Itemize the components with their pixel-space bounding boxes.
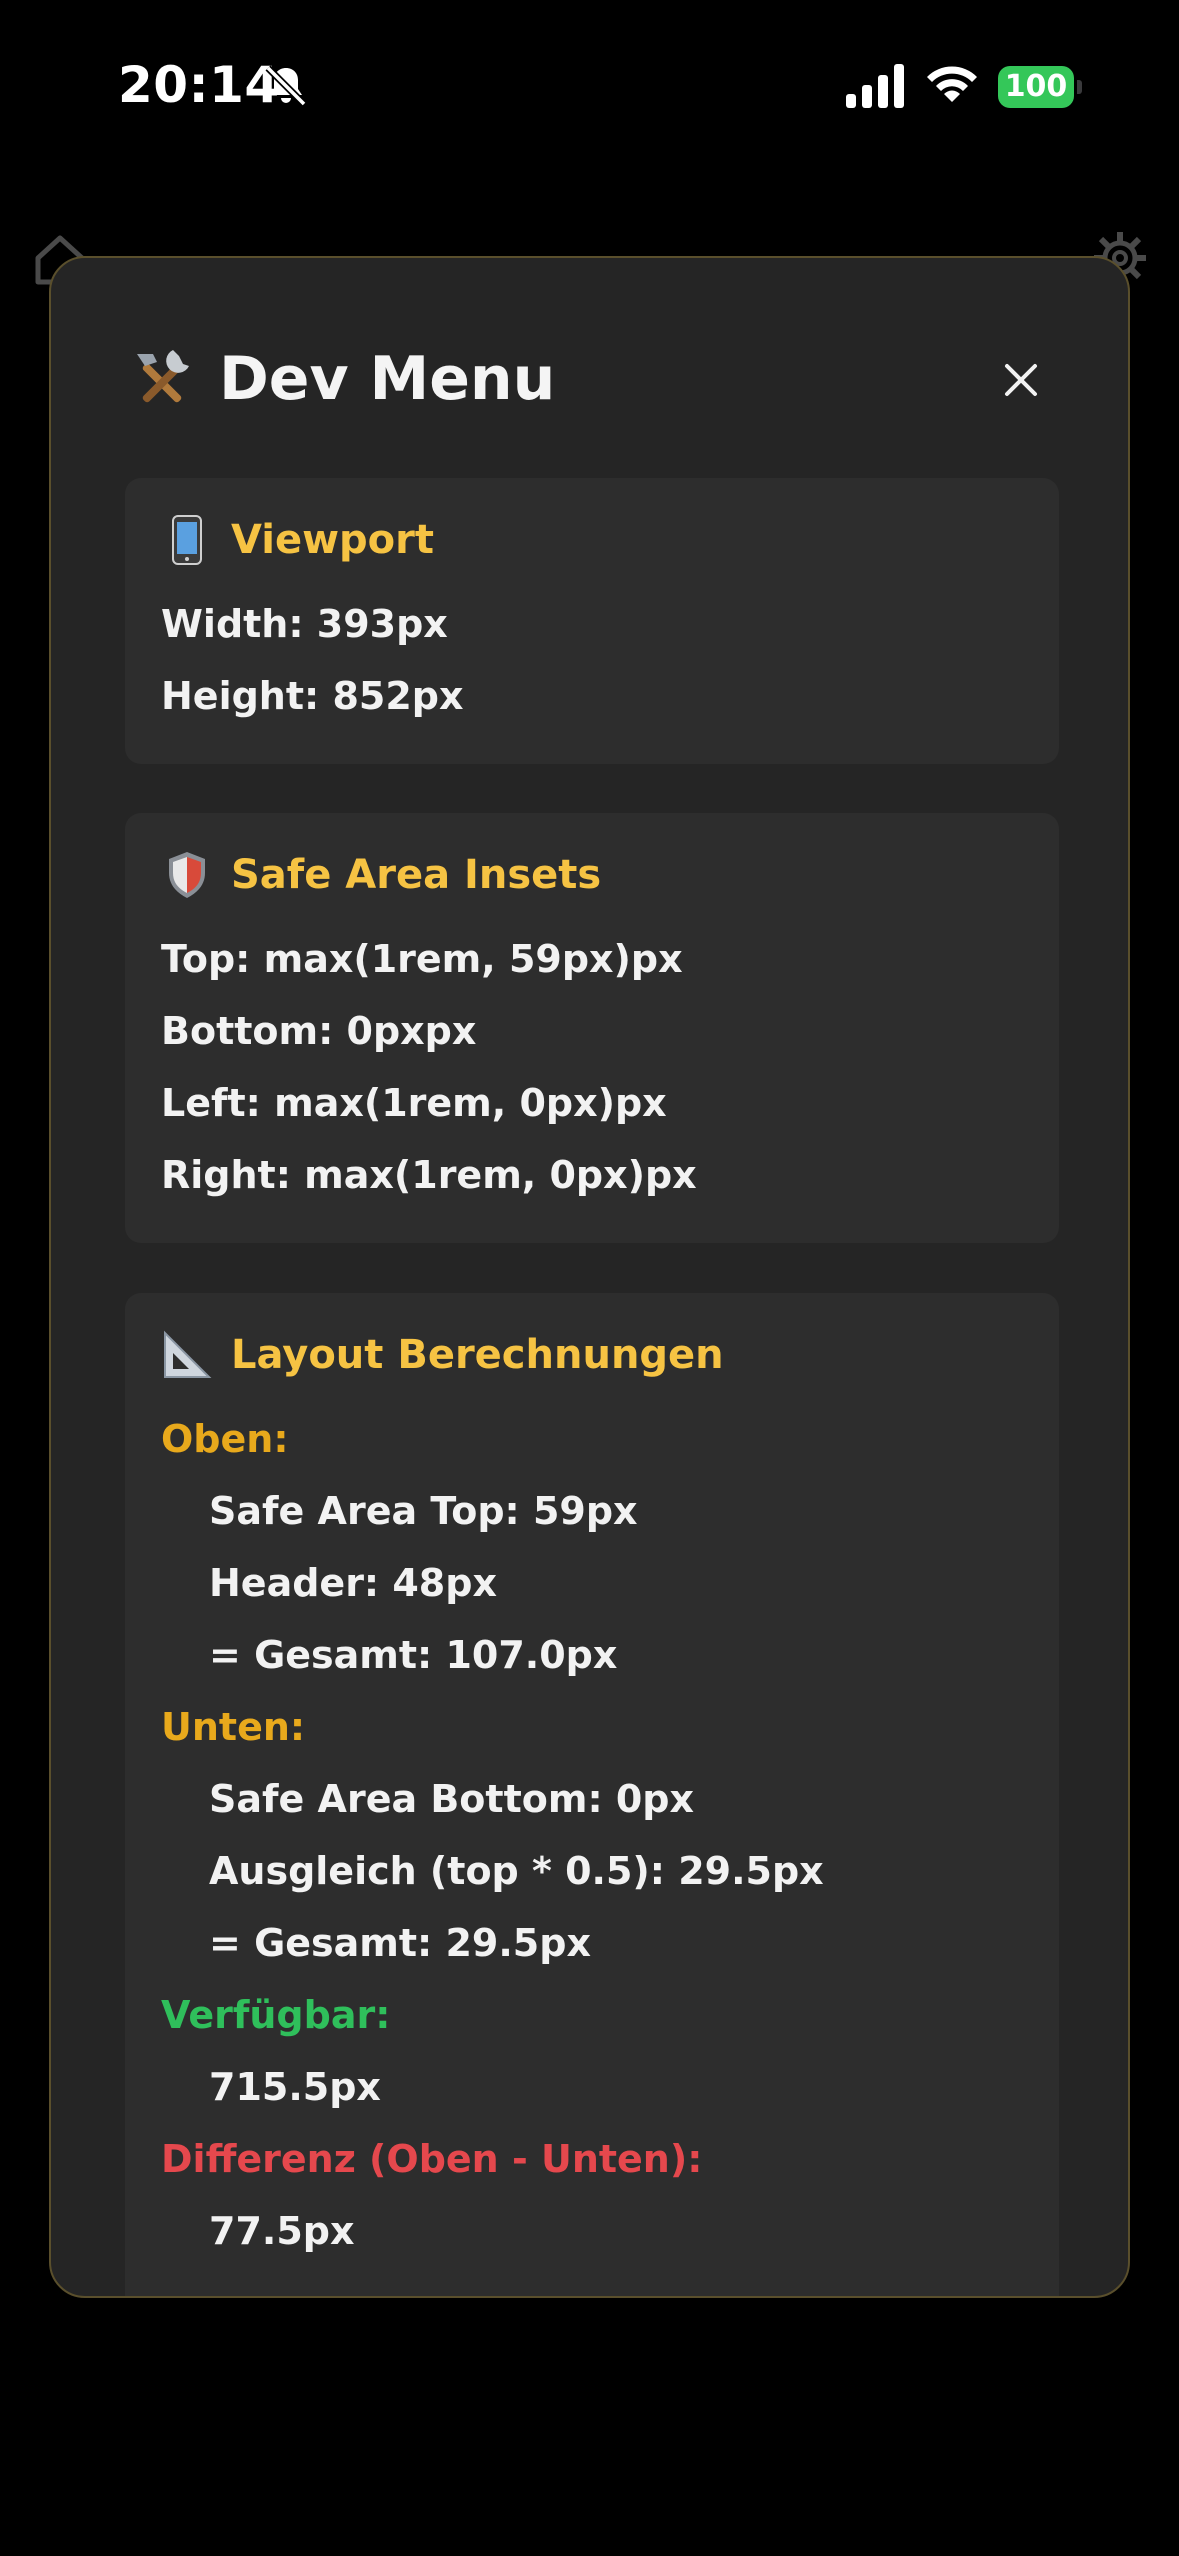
unten-line-3: = Gesamt: 29.5px [209, 1921, 591, 1965]
phone-icon [172, 515, 202, 565]
battery-cap [1077, 80, 1082, 94]
wifi-icon [927, 66, 977, 102]
safe-area-top: Top: max(1rem, 59px)px [161, 937, 683, 981]
close-icon [1005, 364, 1037, 396]
safe-area-card: Safe Area Insets Top: max(1rem, 59px)px … [125, 813, 1059, 1243]
layout-card-title: Layout Berechnungen [161, 1329, 724, 1381]
differenz-value: 77.5px [209, 2209, 355, 2253]
modal-title-text: Dev Menu [219, 344, 556, 414]
modal-title: Dev Menu [127, 344, 555, 414]
safe-area-bottom: Bottom: 0pxpx [161, 1009, 477, 1053]
tools-icon [137, 350, 189, 403]
unten-line-1: Safe Area Bottom: 0px [209, 1777, 695, 1821]
safe-area-card-title: Safe Area Insets [161, 849, 601, 901]
status-time: 20:14 [118, 56, 280, 114]
shield-icon [169, 852, 205, 898]
bell-slash-icon [265, 65, 307, 107]
viewport-card: Viewport Width: 393px Height: 852px [125, 478, 1059, 764]
oben-line-2: Header: 48px [209, 1561, 497, 1605]
layout-card: Layout Berechnungen Oben: Safe Area Top:… [125, 1293, 1059, 2296]
verfuegbar-label: Verfügbar: [161, 1993, 391, 2037]
oben-line-3: = Gesamt: 107.0px [209, 1633, 618, 1677]
battery-icon: 100 [998, 66, 1082, 108]
differenz-label: Differenz (Oben - Unten): [161, 2137, 703, 2181]
viewport-height: Height: 852px [161, 674, 464, 718]
oben-label: Oben: [161, 1417, 289, 1461]
oben-line-1: Safe Area Top: 59px [209, 1489, 638, 1533]
screen: 20:14 100 Dev Menu Viewport Width: 393px… [0, 0, 1179, 2556]
viewport-card-title: Viewport [161, 514, 434, 566]
unten-label: Unten: [161, 1705, 306, 1749]
triangle-ruler-icon [164, 1330, 212, 1378]
status-bar: 20:14 100 [0, 0, 1179, 170]
dev-menu-modal: Dev Menu Viewport Width: 393px Height: 8… [49, 256, 1130, 2298]
verfuegbar-value: 715.5px [209, 2065, 381, 2109]
cellular-signal-icon [846, 64, 904, 108]
battery-level: 100 [998, 66, 1074, 108]
viewport-width: Width: 393px [161, 602, 448, 646]
safe-area-left: Left: max(1rem, 0px)px [161, 1081, 667, 1125]
close-button[interactable] [981, 340, 1061, 420]
safe-area-right: Right: max(1rem, 0px)px [161, 1153, 697, 1197]
unten-line-2: Ausgleich (top * 0.5): 29.5px [209, 1849, 824, 1893]
